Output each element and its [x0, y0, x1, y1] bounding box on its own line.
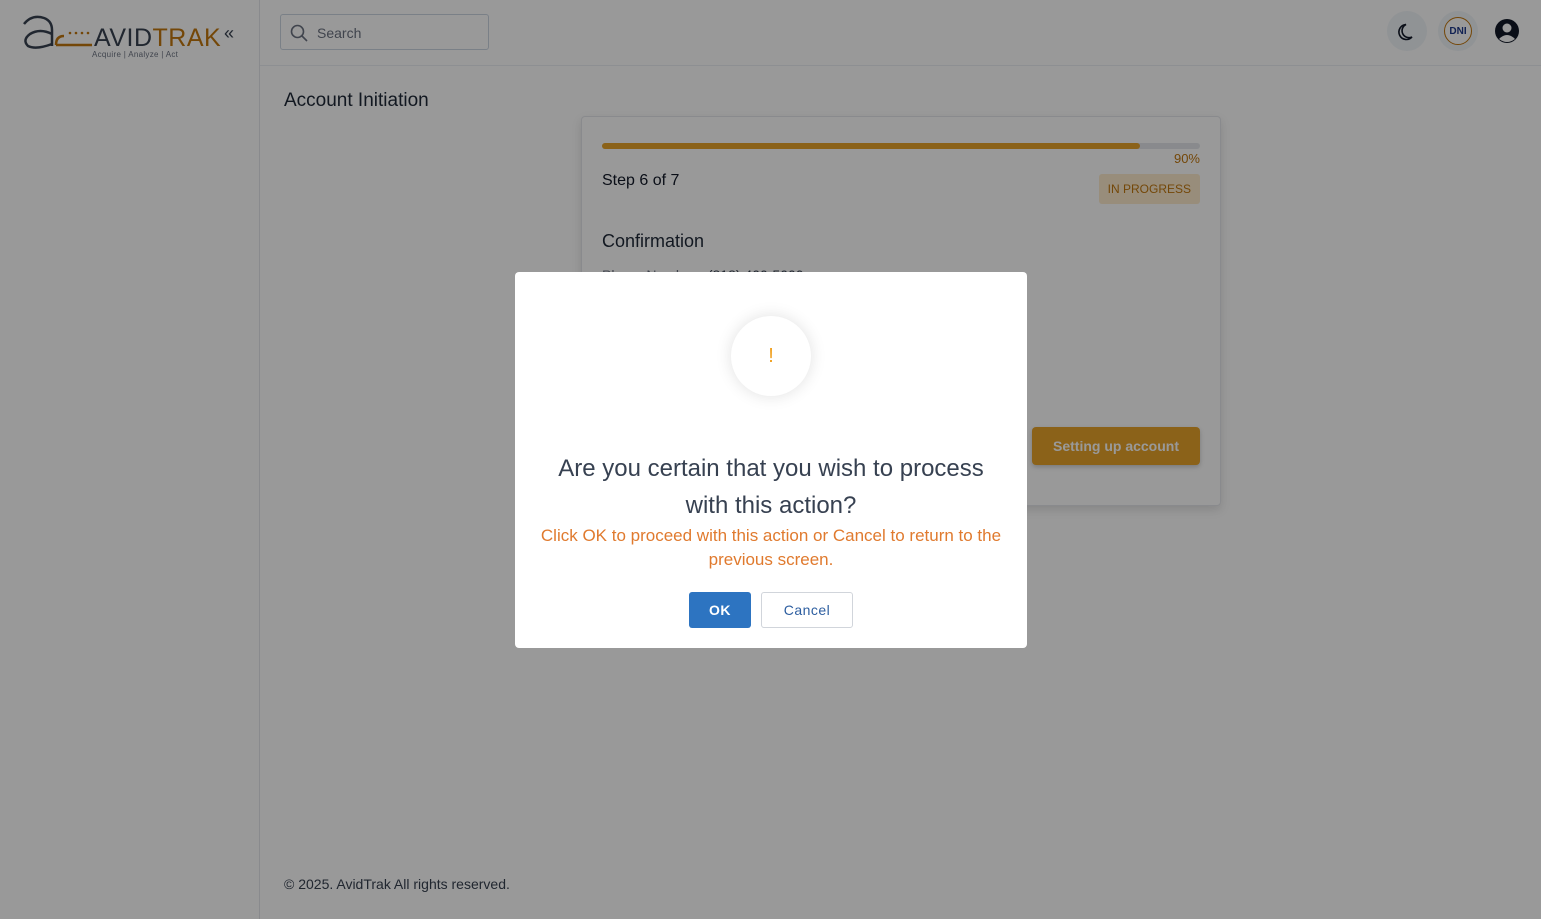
warning-glyph: ! [768, 344, 774, 367]
warning-icon: ! [731, 316, 811, 396]
cancel-button[interactable]: Cancel [761, 592, 853, 628]
dialog-message: Click OK to proceed with this action or … [540, 526, 1002, 569]
dialog-title: Are you certain that you wish to process… [558, 455, 984, 519]
ok-button[interactable]: OK [689, 592, 751, 628]
confirmation-dialog: ! Are you certain that you wish to proce… [515, 272, 1027, 648]
